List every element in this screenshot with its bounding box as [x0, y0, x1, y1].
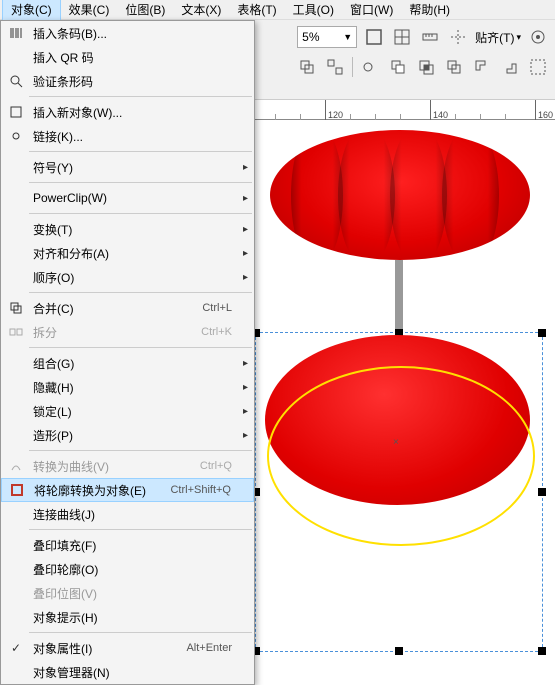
menubar-item-effects[interactable]: 效果(C)	[61, 0, 118, 20]
yellow-outline[interactable]	[267, 366, 535, 546]
lantern-top	[270, 130, 530, 260]
menu-hide[interactable]: 隐藏(H)▸	[1, 375, 254, 399]
menubar-item-table[interactable]: 表格(T)	[229, 0, 284, 20]
guides-icon[interactable]	[447, 26, 469, 48]
back-minus-front-icon[interactable]	[499, 56, 521, 78]
chevron-right-icon: ▸	[243, 248, 248, 259]
intersect-icon[interactable]	[415, 56, 437, 78]
menu-verify-barcode[interactable]: 验证条形码	[1, 69, 254, 93]
menu-to-curves: 转换为曲线(V)Ctrl+Q	[1, 454, 254, 478]
menu-overprint-bitmap: 叠印位图(V)	[1, 581, 254, 605]
outline-obj-icon	[6, 483, 28, 497]
menu-outline-to-object[interactable]: 将轮廓转换为对象(E)Ctrl+Shift+Q	[1, 478, 254, 502]
menubar-item-help[interactable]: 帮助(H)	[401, 0, 458, 20]
menu-align-distribute[interactable]: 对齐和分布(A)▸	[1, 241, 254, 265]
center-marker: ×	[393, 437, 399, 448]
menu-shaping[interactable]: 造形(P)▸	[1, 423, 254, 447]
handle-tr[interactable]	[538, 329, 546, 337]
menu-object-hint[interactable]: 对象提示(H)	[1, 605, 254, 629]
menu-order[interactable]: 顺序(O)▸	[1, 265, 254, 289]
menu-symbols[interactable]: 符号(Y)▸	[1, 155, 254, 179]
menu-powerclip[interactable]: PowerClip(W)▸	[1, 186, 254, 210]
chevron-right-icon: ▸	[243, 224, 248, 235]
curves-icon	[5, 459, 27, 473]
menu-insert-new-object[interactable]: 插入新对象(W)...	[1, 100, 254, 124]
canvas[interactable]: 120 140 160 ×	[255, 100, 555, 666]
menu-links[interactable]: 链接(K)...	[1, 124, 254, 148]
menubar-item-object[interactable]: 对象(C)	[2, 0, 61, 21]
menubar-item-tools[interactable]: 工具(O)	[285, 0, 342, 20]
menu-overprint-outline[interactable]: 叠印轮廓(O)	[1, 557, 254, 581]
menu-object-manager[interactable]: 对象管理器(N)	[1, 660, 254, 684]
options-icon[interactable]	[527, 26, 549, 48]
menu-connect-curves[interactable]: 连接曲线(J)	[1, 502, 254, 526]
menu-split: 拆分Ctrl+K	[1, 320, 254, 344]
menu-insert-barcode[interactable]: 插入条码(B)...	[1, 21, 254, 45]
fullscreen-icon[interactable]	[363, 26, 385, 48]
simplify-icon[interactable]	[443, 56, 465, 78]
verify-icon	[5, 74, 27, 88]
chevron-right-icon: ▸	[243, 430, 248, 441]
menu-overprint-fill[interactable]: 叠印填充(F)	[1, 533, 254, 557]
chevron-right-icon: ▸	[243, 272, 248, 283]
menu-transform[interactable]: 变换(T)▸	[1, 217, 254, 241]
front-minus-back-icon[interactable]	[471, 56, 493, 78]
menu-combine[interactable]: 合并(C)Ctrl+L	[1, 296, 254, 320]
object-dropdown-menu: 插入条码(B)... 插入 QR 码 验证条形码 插入新对象(W)... 链接(…	[0, 20, 255, 685]
barcode-icon	[5, 26, 27, 40]
horizontal-ruler: 120 140 160	[255, 100, 555, 120]
handle-br[interactable]	[538, 647, 546, 655]
insert-obj-icon	[5, 105, 27, 119]
chevron-right-icon: ▸	[243, 406, 248, 417]
menubar: 对象(C) 效果(C) 位图(B) 文本(X) 表格(T) 工具(O) 窗口(W…	[0, 0, 555, 20]
combine-icon	[5, 301, 27, 315]
links-icon	[5, 129, 27, 143]
check-icon: ✓	[5, 641, 27, 655]
chevron-right-icon: ▸	[243, 382, 248, 393]
handle-mr[interactable]	[538, 488, 546, 496]
menu-insert-qr[interactable]: 插入 QR 码	[1, 45, 254, 69]
ungroup-icon[interactable]	[324, 56, 346, 78]
weld-icon[interactable]	[359, 56, 381, 78]
menu-lock[interactable]: 锁定(L)▸	[1, 399, 254, 423]
grid-icon[interactable]	[391, 26, 413, 48]
handle-bc[interactable]	[395, 647, 403, 655]
zoom-input[interactable]: 5%▼	[297, 26, 357, 48]
boundary-icon[interactable]	[527, 56, 549, 78]
menubar-item-text[interactable]: 文本(X)	[173, 0, 229, 20]
ruler-icon[interactable]	[419, 26, 441, 48]
chevron-right-icon: ▸	[243, 162, 248, 173]
chevron-right-icon: ▸	[243, 193, 248, 204]
menubar-item-bitmap[interactable]: 位图(B)	[117, 0, 173, 20]
chevron-right-icon: ▸	[243, 358, 248, 369]
menu-group[interactable]: 组合(G)▸	[1, 351, 254, 375]
menubar-item-window[interactable]: 窗口(W)	[342, 0, 401, 20]
group-icon[interactable]	[296, 56, 318, 78]
split-icon	[5, 325, 27, 339]
snap-button[interactable]: 贴齐(T) ▾	[475, 29, 521, 46]
trim-icon[interactable]	[387, 56, 409, 78]
menu-object-properties[interactable]: ✓ 对象属性(I)Alt+Enter	[1, 636, 254, 660]
